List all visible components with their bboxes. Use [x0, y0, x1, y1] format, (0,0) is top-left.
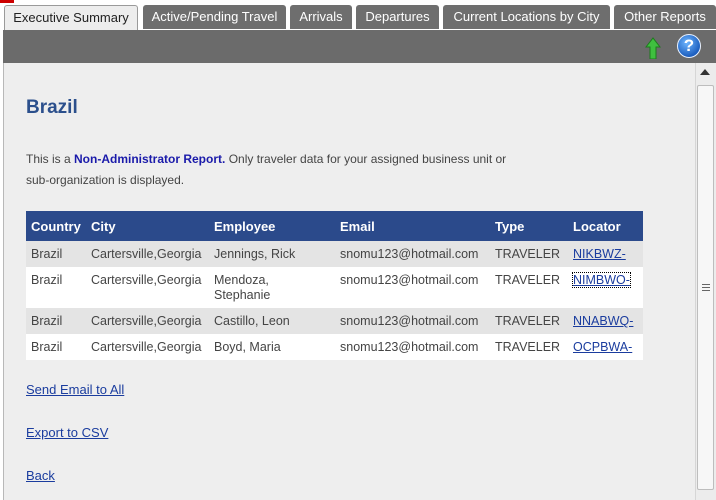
cell-city: Cartersville,Georgia	[86, 308, 209, 334]
locator-link[interactable]: OCPBWA-	[573, 340, 632, 354]
export-to-csv-link[interactable]: Export to CSV	[26, 425, 108, 440]
cell-country: Brazil	[26, 267, 86, 308]
col-type: Type	[490, 211, 568, 241]
cell-locator: NNABWQ-	[568, 308, 643, 334]
cell-country: Brazil	[26, 308, 86, 334]
back-link[interactable]: Back	[26, 468, 55, 483]
cell-email: snomu123@hotmail.com	[335, 241, 490, 267]
col-email: Email	[335, 211, 490, 241]
col-locator: Locator	[568, 211, 643, 241]
cell-email: snomu123@hotmail.com	[335, 308, 490, 334]
col-country: Country	[26, 211, 86, 241]
back-arrow-icon[interactable]	[645, 37, 665, 59]
report-content: Brazil This is a Non-Administrator Repor…	[3, 63, 695, 500]
report-notice: This is a Non-Administrator Report. Only…	[26, 149, 586, 191]
table-header-row: Country City Employee Email Type Locator	[26, 211, 643, 241]
scroll-thumb[interactable]	[697, 85, 714, 490]
tab-active-pending-travel[interactable]: Active/Pending Travel	[143, 5, 286, 29]
cell-locator: NIKBWZ-	[568, 241, 643, 267]
cell-type: TRAVELER	[490, 241, 568, 267]
notice-line2: sub-organization is displayed.	[26, 173, 185, 187]
cell-country: Brazil	[26, 241, 86, 267]
cell-type: TRAVELER	[490, 267, 568, 308]
tab-bar: Executive Summary Active/Pending Travel …	[0, 5, 716, 30]
col-employee: Employee	[209, 211, 335, 241]
cell-email: snomu123@hotmail.com	[335, 334, 490, 360]
tab-other-reports[interactable]: Other Reports	[614, 5, 716, 29]
cell-employee: Jennings, Rick	[209, 241, 335, 267]
locator-link[interactable]: NIMBWO-	[572, 272, 631, 288]
cell-city: Cartersville,Georgia	[86, 334, 209, 360]
locator-link[interactable]: NNABWQ-	[573, 314, 633, 328]
help-icon[interactable]: ?	[677, 34, 701, 58]
send-email-to-all-link[interactable]: Send Email to All	[26, 382, 124, 397]
employee-given-name: Stephanie	[214, 288, 271, 302]
table-row: Brazil Cartersville,Georgia Castillo, Le…	[26, 308, 643, 334]
notice-prefix: This is a	[26, 152, 75, 166]
tab-arrivals[interactable]: Arrivals	[290, 5, 352, 29]
locator-link[interactable]: NIKBWZ-	[573, 247, 626, 261]
tab-departures[interactable]: Departures	[356, 5, 439, 29]
grip-line	[702, 287, 710, 288]
notice-rest: Only traveler data for your assigned bus…	[225, 152, 507, 166]
cell-type: TRAVELER	[490, 308, 568, 334]
cell-type: TRAVELER	[490, 334, 568, 360]
cell-city: Cartersville,Georgia	[86, 267, 209, 308]
brand-mark	[0, 0, 14, 3]
scroll-up-arrow-icon[interactable]	[700, 69, 710, 75]
cell-locator: OCPBWA-	[568, 334, 643, 360]
cell-employee: Castillo, Leon	[209, 308, 335, 334]
toolbar	[3, 30, 716, 63]
cell-employee: Mendoza, Stephanie	[209, 267, 335, 308]
table-row: Brazil Cartersville,Georgia Boyd, Maria …	[26, 334, 643, 360]
table-row: Brazil Cartersville,Georgia Jennings, Ri…	[26, 241, 643, 267]
col-city: City	[86, 211, 209, 241]
travel-report-table: Country City Employee Email Type Locator…	[26, 211, 643, 360]
vertical-scrollbar[interactable]	[695, 63, 716, 500]
table-row: Brazil Cartersville,Georgia Mendoza, Step…	[26, 267, 643, 308]
tab-executive-summary[interactable]: Executive Summary	[4, 5, 138, 30]
cell-employee: Boyd, Maria	[209, 334, 335, 360]
cell-email: snomu123@hotmail.com	[335, 267, 490, 308]
page-title: Brazil	[26, 97, 78, 118]
grip-line	[702, 284, 710, 285]
notice-bold: Non-Administrator Report.	[74, 152, 226, 166]
tab-current-locations-by-city[interactable]: Current Locations by City	[443, 5, 610, 29]
employee-surname: Mendoza,	[214, 273, 269, 287]
cell-country: Brazil	[26, 334, 86, 360]
cell-locator: NIMBWO-	[568, 267, 643, 308]
grip-line	[702, 290, 710, 291]
cell-city: Cartersville,Georgia	[86, 241, 209, 267]
